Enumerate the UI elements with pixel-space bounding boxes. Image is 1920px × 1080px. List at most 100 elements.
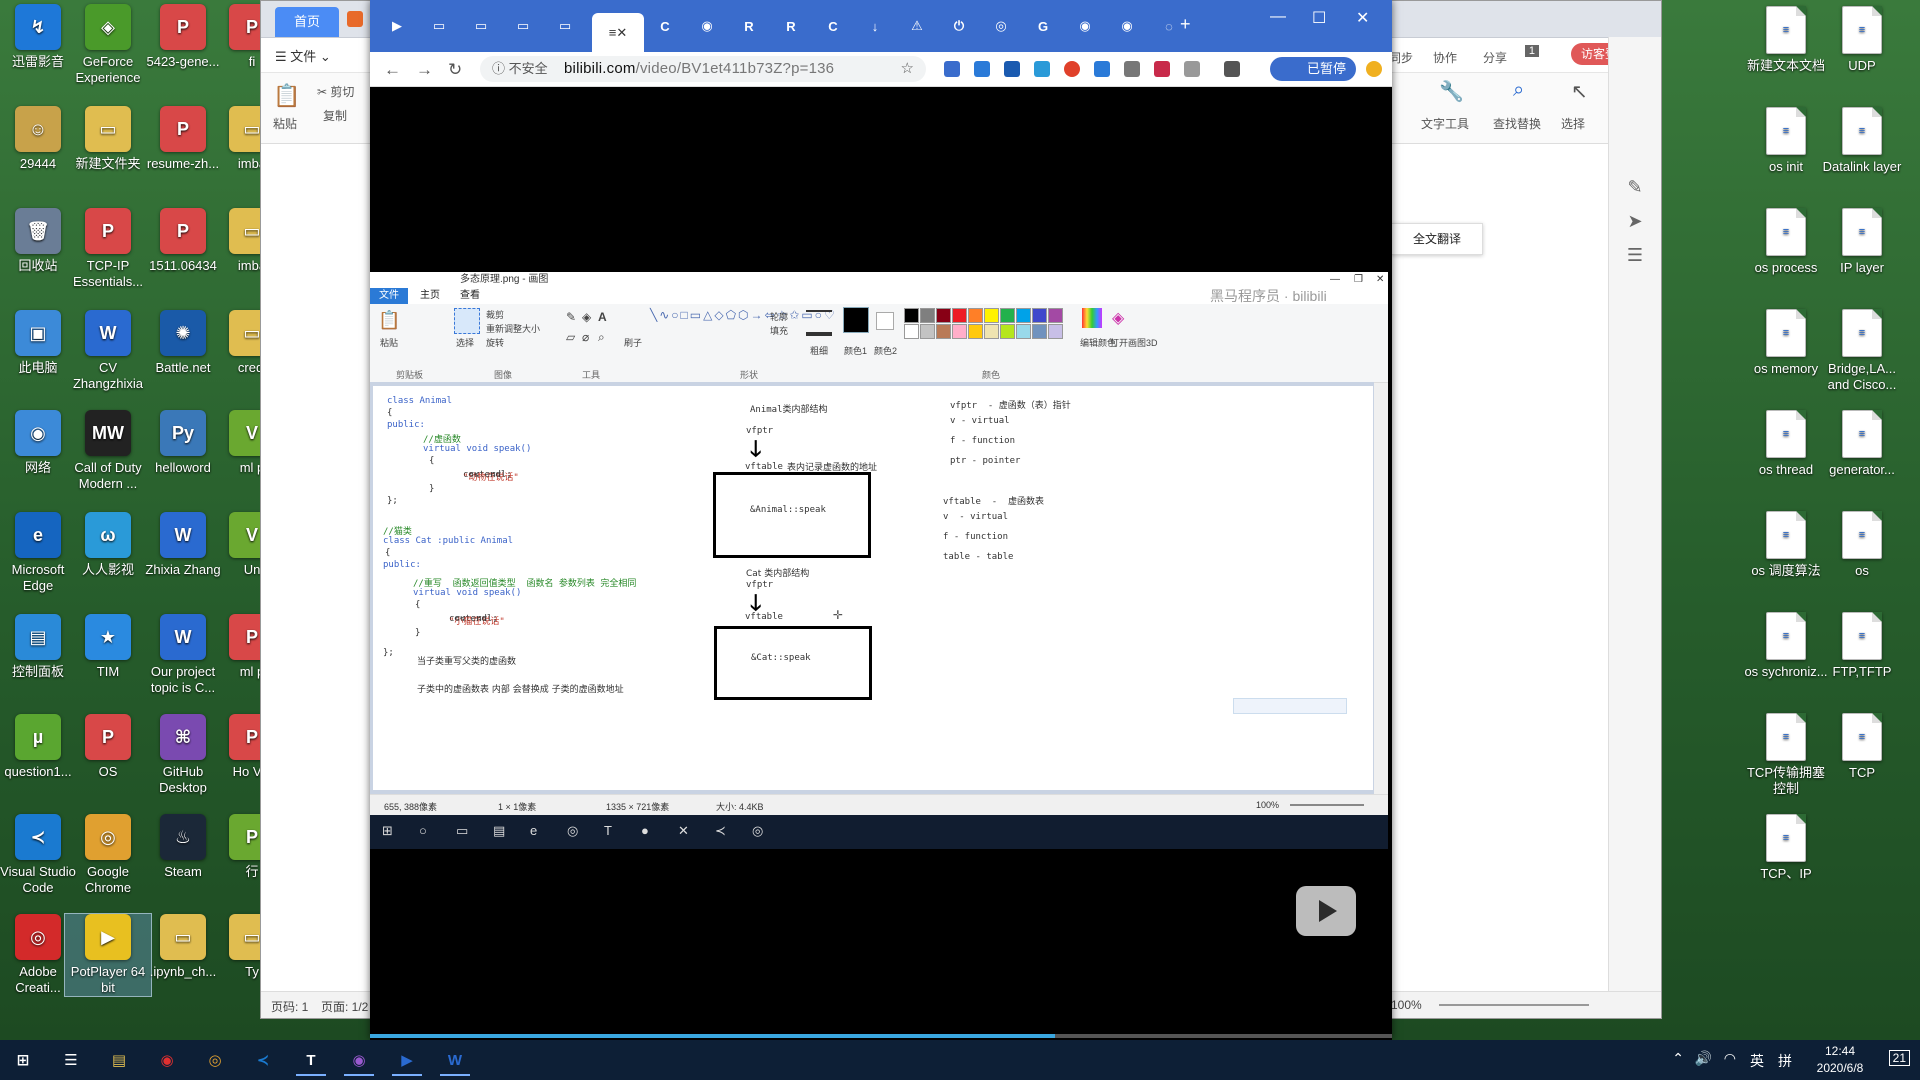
wps-select-button[interactable]: 选择 <box>1561 115 1585 132</box>
zoom-icon[interactable]: ⌕ <box>598 330 605 345</box>
paste-icon[interactable]: 📋 <box>273 83 300 109</box>
fill-icon[interactable]: ◈ <box>582 310 591 324</box>
wps-share-button[interactable]: 分享 <box>1483 49 1507 66</box>
wps-find-replace-button[interactable]: 查找替换 <box>1493 115 1541 132</box>
wps-doc-tab-icon[interactable] <box>347 11 363 27</box>
palette-swatch[interactable] <box>920 324 935 339</box>
video-progress-bar[interactable] <box>370 1034 1392 1038</box>
palette-swatch[interactable] <box>1048 308 1063 323</box>
palette-swatch[interactable] <box>952 308 967 323</box>
profile-avatar[interactable] <box>1366 61 1382 77</box>
taskbar-app-icon[interactable]: ◎ <box>200 1046 230 1074</box>
edit-colors-icon[interactable] <box>1082 308 1102 328</box>
paint-zoom-slider[interactable] <box>1290 804 1364 806</box>
taskbar-app-icon[interactable]: ▶ <box>392 1046 422 1076</box>
browser-tab[interactable]: ▭ <box>550 13 580 39</box>
ime-mode[interactable]: 英 <box>1750 1051 1764 1071</box>
paint-select-button[interactable]: 选择 <box>456 336 474 349</box>
palette-swatch[interactable] <box>920 308 935 323</box>
desktop-file-icon[interactable]: ≡ Datalink layer <box>1819 107 1905 175</box>
pencil-icon[interactable]: ✎ <box>566 310 576 324</box>
browser-tab[interactable]: ▭ <box>466 13 496 39</box>
browser-tab[interactable]: ◉ <box>692 13 722 39</box>
minimize-icon[interactable]: — <box>1270 8 1286 26</box>
paint-file-tab[interactable]: 文件 <box>370 288 408 304</box>
palette-swatch[interactable] <box>1016 308 1031 323</box>
taskbar-app-icon[interactable]: ☰ <box>56 1046 86 1074</box>
palette-swatch[interactable] <box>904 324 919 339</box>
desktop-file-icon[interactable]: ≡ TCP传输拥塞控制 <box>1743 713 1829 797</box>
desktop-file-icon[interactable]: ≡ UDP <box>1819 6 1905 74</box>
paint-view-tab[interactable]: 查看 <box>460 288 480 304</box>
desktop-icon[interactable]: ★ TIM <box>65 614 151 680</box>
ext-icon[interactable] <box>1064 61 1080 77</box>
desktop-file-icon[interactable]: ≡ TCP <box>1819 713 1905 781</box>
desktop-file-icon[interactable]: ≡ Bridge,LA... and Cisco... <box>1819 309 1905 393</box>
wps-sync-button[interactable]: 同步 <box>1389 49 1413 66</box>
eraser-icon[interactable]: ▱ <box>566 330 575 344</box>
wps-notification-badge[interactable]: 1 <box>1524 45 1539 57</box>
clock-date[interactable]: 2020/6/8 <box>1806 1061 1874 1075</box>
taskbar-app-icon[interactable]: ◉ <box>152 1046 182 1074</box>
palette-swatch[interactable] <box>1032 308 1047 323</box>
close-icon[interactable]: ✕ <box>1356 8 1369 28</box>
browser-tab[interactable]: G <box>1028 13 1058 39</box>
desktop-file-icon[interactable]: ≡ FTP,TFTP <box>1819 612 1905 680</box>
address-bar[interactable]: ⓘ 不安全 bilibili.com/video/BV1et411b73Z?p=… <box>480 56 926 82</box>
palette-swatch[interactable] <box>936 324 951 339</box>
color2-swatch[interactable] <box>876 312 894 330</box>
palette-swatch[interactable] <box>984 324 999 339</box>
browser-tab[interactable]: ▭ <box>424 13 454 39</box>
palette-swatch[interactable] <box>968 324 983 339</box>
palette-swatch[interactable] <box>952 324 967 339</box>
palette-swatch[interactable] <box>936 308 951 323</box>
wps-zoom-slider[interactable] <box>1439 1004 1589 1006</box>
paint-home-tab[interactable]: 主页 <box>420 288 440 304</box>
wps-file-menu[interactable]: ☰ 文件 ⌄ <box>275 46 331 65</box>
ext-icon[interactable] <box>1124 61 1140 77</box>
color1-swatch[interactable] <box>843 307 869 333</box>
palette-swatch[interactable] <box>984 308 999 323</box>
tray-chevron-icon[interactable]: ⌃ <box>1672 1050 1684 1067</box>
paint-rotate-button[interactable]: 旋转 <box>486 336 504 349</box>
ext-icon[interactable] <box>1034 61 1050 77</box>
start-button[interactable]: ⊞ <box>8 1046 38 1074</box>
browser-tab[interactable]: R <box>776 13 806 39</box>
clock-time[interactable]: 12:44 <box>1810 1044 1870 1058</box>
palette-swatch[interactable] <box>1048 324 1063 339</box>
desktop-icon[interactable]: ▭ 新建文件夹 <box>65 106 151 172</box>
browser-tab[interactable]: ⚠ <box>902 13 932 39</box>
desktop-icon[interactable]: ◈ GeForce Experience <box>65 4 151 86</box>
paint-brush-button[interactable]: 刷子 <box>624 336 642 349</box>
browser-tab[interactable]: ▶ <box>382 13 412 39</box>
desktop-file-icon[interactable]: ≡ os <box>1819 511 1905 579</box>
paint-resize-button[interactable]: 重新调整大小 <box>486 322 540 335</box>
wps-home-tab[interactable]: 首页 <box>275 7 339 37</box>
reading-list-icon[interactable] <box>1224 61 1240 77</box>
notification-center[interactable]: 21 <box>1888 1050 1910 1066</box>
browser-tab[interactable]: ◎ <box>986 13 1016 39</box>
image-canvas[interactable]: class Animal { public: //虚函数 virtual voi… <box>373 386 1373 790</box>
palette-swatch[interactable] <box>968 308 983 323</box>
desktop-file-icon[interactable]: ≡ os init <box>1743 107 1829 175</box>
picker-icon[interactable]: ⌀ <box>582 330 589 344</box>
off-ext-icon[interactable] <box>1004 61 1020 77</box>
taskbar-app-icon[interactable]: ▤ <box>104 1046 134 1074</box>
reload-icon[interactable]: ↻ <box>448 60 462 80</box>
ext-icon[interactable] <box>1184 61 1200 77</box>
browser-tab[interactable]: C <box>818 13 848 39</box>
select-icon[interactable] <box>454 308 480 334</box>
active-browser-tab[interactable]: ≡ ✕ <box>592 13 644 52</box>
taskbar-app-icon[interactable]: ◉ <box>344 1046 374 1076</box>
wps-full-translate-button[interactable]: 全文翻译 <box>1391 223 1483 255</box>
desktop-icon[interactable]: P OS <box>65 714 151 780</box>
desktop-file-icon[interactable]: ≡ generator... <box>1819 410 1905 478</box>
desktop-file-icon[interactable]: ≡ os sychroniz... <box>1743 612 1829 680</box>
wps-text-tools-button[interactable]: 文字工具 <box>1421 115 1469 132</box>
desktop-file-icon[interactable]: ≡ os 调度算法 <box>1743 511 1829 579</box>
desktop-file-icon[interactable]: ≡ os memory <box>1743 309 1829 377</box>
insecure-indicator[interactable]: ⓘ 不安全 <box>492 56 548 82</box>
paint3d-icon[interactable]: ◈ <box>1112 308 1124 328</box>
browser-tab[interactable]: ◉ <box>1112 13 1142 39</box>
desktop-icon[interactable]: ▶ PotPlayer 64 bit <box>64 913 152 997</box>
